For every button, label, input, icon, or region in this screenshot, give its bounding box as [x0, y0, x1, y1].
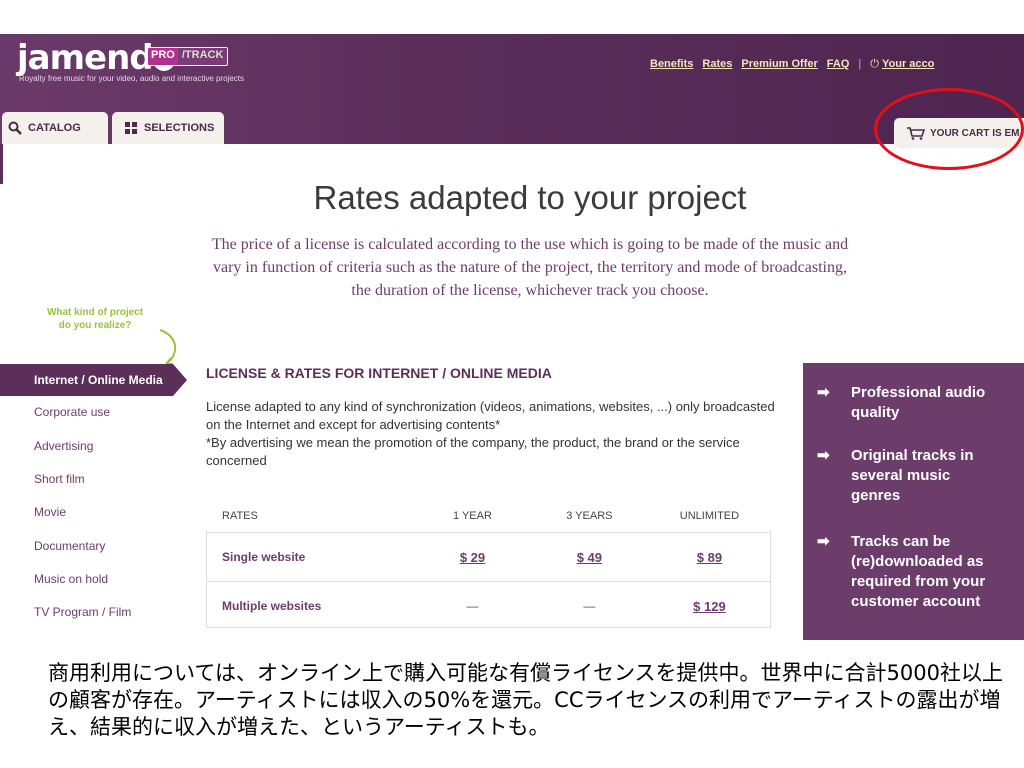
left-edge-decoration	[0, 144, 3, 184]
callout-line-1: What kind of project	[46, 307, 144, 318]
nav-account[interactable]: Your acco	[882, 58, 934, 70]
sidebar-item-movie[interactable]: Movie	[34, 505, 66, 519]
col-unlimited: UNLIMITED	[679, 510, 740, 522]
license-desc-1: License adapted to any kind of synchroni…	[206, 399, 775, 432]
table-row: Multiple websites — — $ 129	[206, 581, 771, 630]
price-link[interactable]: $ 29	[414, 532, 531, 582]
power-icon: ⏻	[870, 58, 879, 70]
tab-catalog-label: CATALOG	[28, 122, 81, 134]
row-label: Multiple websites	[206, 581, 415, 630]
tab-selections[interactable]: SELECTIONS	[112, 112, 224, 144]
site-header: jamend PRO/TRACK Royalty free music for …	[0, 34, 1024, 148]
feature-item: ➡ Tracks can be (re)downloaded as require…	[817, 532, 1017, 612]
nav-benefits[interactable]: Benefits	[650, 58, 693, 70]
sidebar-active-pointer	[173, 364, 187, 396]
project-callout: What kind of project do you realize?	[30, 306, 160, 332]
arrow-right-icon: ➡	[817, 447, 830, 464]
tagline: Royalty free music for your video, audio…	[19, 74, 244, 83]
nav-premium-offer[interactable]: Premium Offer	[741, 58, 817, 70]
sidebar-item-tv-program[interactable]: TV Program / Film	[34, 605, 131, 619]
page-title: Rates adapted to your project	[313, 179, 747, 216]
slide-caption: 商用利用については、オンライン上で購入可能な有償ライセンスを提供中。世界中に合計…	[48, 661, 1003, 739]
license-description: License adapted to any kind of synchroni…	[206, 398, 776, 470]
sidebar-item-music-on-hold[interactable]: Music on hold	[34, 572, 108, 586]
sidebar-item-short-film[interactable]: Short film	[34, 472, 85, 486]
license-heading: LICENSE & RATES FOR INTERNET / ONLINE ME…	[206, 365, 552, 381]
selections-icon	[125, 122, 137, 134]
feature-text: Original tracks in several music genres	[851, 447, 974, 504]
nav-faq[interactable]: FAQ	[827, 58, 850, 70]
table-row: Single website $ 29 $ 49 $ 89	[206, 532, 771, 582]
price-unavailable: —	[530, 581, 648, 630]
search-icon	[8, 121, 22, 135]
protrack-badge: PRO/TRACK	[147, 47, 229, 66]
sidebar-item-documentary[interactable]: Documentary	[34, 539, 105, 553]
price-unavailable: —	[414, 581, 531, 630]
screenshot: jamend PRO/TRACK Royalty free music for …	[0, 34, 1024, 640]
feature-item: ➡ Professional audio quality	[817, 383, 1017, 423]
col-3-years: 3 YEARS	[566, 510, 613, 522]
tab-selections-label: SELECTIONS	[144, 122, 215, 134]
col-1-year: 1 YEAR	[453, 510, 492, 522]
license-desc-2: *By advertising we mean the promotion of…	[206, 435, 740, 468]
sidebar-item-internet[interactable]: Internet / Online Media	[0, 364, 173, 396]
tab-catalog[interactable]: CATALOG	[2, 112, 108, 144]
badge-track: /TRACK	[177, 48, 228, 65]
price-link[interactable]: $ 49	[530, 532, 648, 582]
nav-rates[interactable]: Rates	[702, 58, 732, 70]
price-link[interactable]: $ 89	[647, 532, 771, 582]
callout-line-2: do you realize?	[58, 320, 132, 331]
top-nav: Benefits Rates Premium Offer FAQ | ⏻ Your acco	[650, 58, 943, 71]
col-rates: RATES	[222, 510, 258, 522]
badge-pro: PRO	[148, 48, 178, 65]
highlight-ellipse	[874, 88, 1024, 170]
feature-item: ➡ Original tracks in several music genres	[817, 446, 997, 506]
price-link[interactable]: $ 129	[647, 581, 771, 630]
features-box: ➡ Professional audio quality ➡ Original tr…	[803, 363, 1024, 640]
sidebar-item-corporate[interactable]: Corporate use	[34, 405, 110, 419]
rates-header-row: RATES 1 YEAR 3 YEARS UNLIMITED	[206, 500, 771, 533]
arrow-right-icon: ➡	[817, 533, 830, 550]
feature-text: Tracks can be (re)downloaded as required…	[851, 533, 986, 610]
intro-text: The price of a license is calculated acc…	[211, 236, 849, 299]
logo-text: jamend	[17, 38, 154, 78]
sidebar-item-advertising[interactable]: Advertising	[34, 439, 93, 453]
row-label: Single website	[206, 532, 415, 582]
arrow-right-icon: ➡	[817, 384, 830, 401]
feature-text: Professional audio quality	[851, 384, 986, 421]
rates-table: RATES 1 YEAR 3 YEARS UNLIMITED Single we…	[206, 500, 771, 630]
nav-separator: |	[858, 58, 862, 70]
